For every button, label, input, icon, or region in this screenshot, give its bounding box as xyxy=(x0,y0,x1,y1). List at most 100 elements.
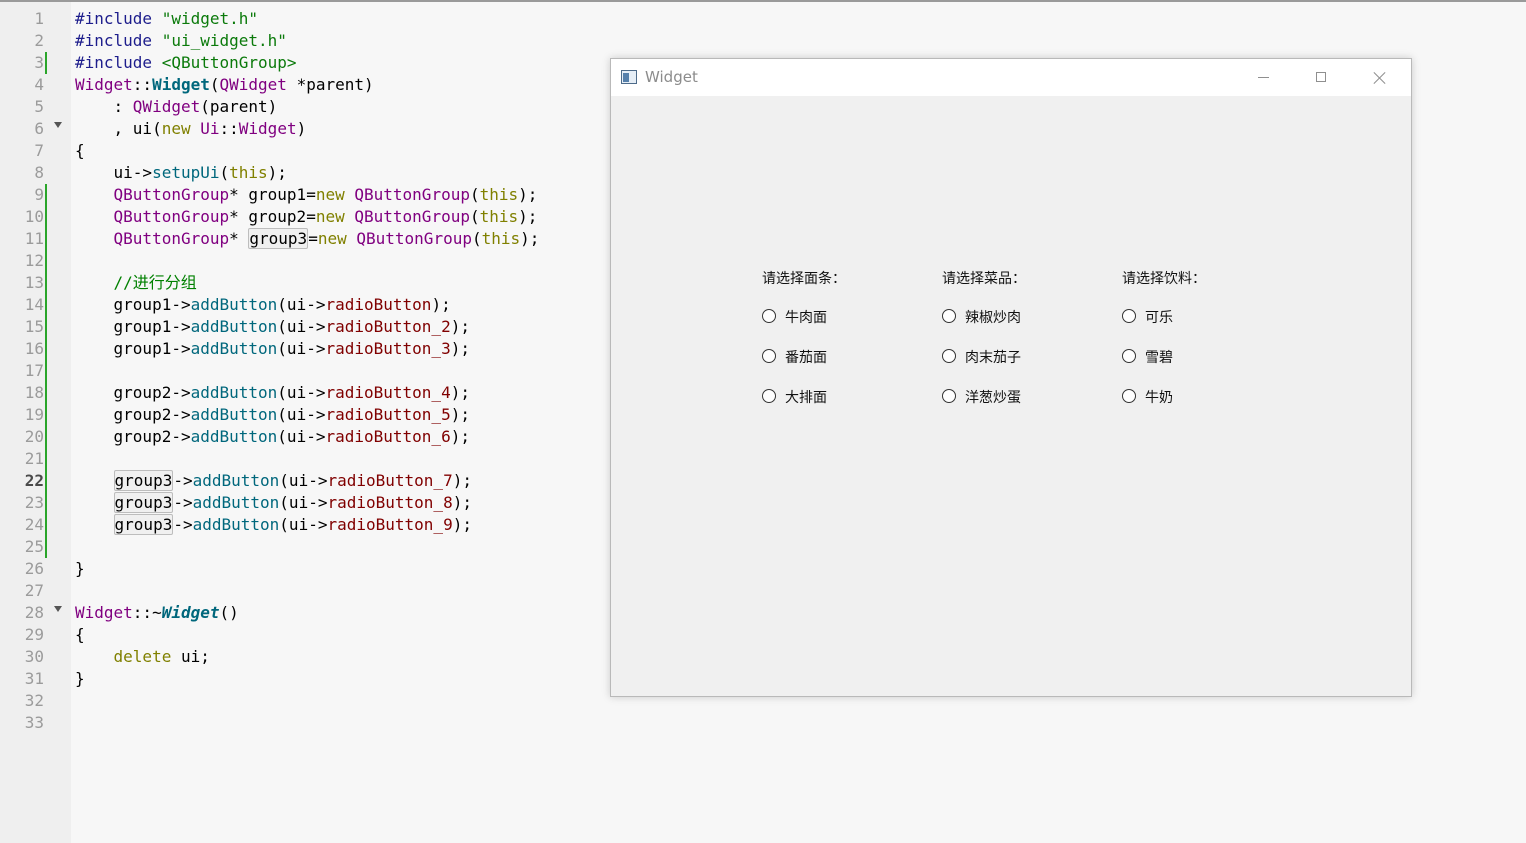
change-marker xyxy=(45,250,47,272)
code-line[interactable]: 24 group3->addButton(ui->radioButton_9); xyxy=(0,514,600,536)
fold-arrow-icon[interactable] xyxy=(54,122,62,128)
code-line[interactable]: 14 group1->addButton(ui->radioButton); xyxy=(0,294,600,316)
code-token: group2-> xyxy=(75,405,191,424)
radio-circle[interactable] xyxy=(942,349,956,363)
code-token: QButtonGroup xyxy=(113,207,230,226)
code-token: ); xyxy=(518,185,538,204)
code-line[interactable]: 29 { xyxy=(0,624,600,646)
code-line[interactable]: 15 group1->addButton(ui->radioButton_2); xyxy=(0,316,600,338)
radio-circle[interactable] xyxy=(942,309,956,323)
code-line[interactable]: 31} xyxy=(0,668,600,690)
radio-label: 番茄面 xyxy=(785,350,827,366)
code-token: radioButton_7 xyxy=(327,471,453,490)
code-line[interactable]: 6 , ui(new Ui::Widget) xyxy=(0,118,600,140)
dish-group-label: 请选择菜品： xyxy=(942,271,1026,287)
change-marker xyxy=(45,514,47,536)
code-line[interactable]: 26} xyxy=(0,558,600,580)
code-text: group2->addButton(ui->radioButton_6); xyxy=(75,426,470,448)
code-token: <QButtonGroup> xyxy=(161,53,297,72)
code-token: :: xyxy=(132,75,153,94)
code-line[interactable]: 3 #include <QButtonGroup> xyxy=(0,52,600,74)
code-token: radioButton_8 xyxy=(327,493,453,512)
code-line[interactable]: 17 xyxy=(0,360,600,382)
code-line[interactable]: 5 : QWidget(parent) xyxy=(0,96,600,118)
code-token: ); xyxy=(450,427,470,446)
code-token: group1-> xyxy=(75,295,191,314)
change-marker xyxy=(45,294,47,316)
code-line[interactable]: 18 group2->addButton(ui->radioButton_4); xyxy=(0,382,600,404)
line-number: 9 xyxy=(34,185,44,204)
line-number: 16 xyxy=(24,339,44,358)
code-line[interactable]: 21 xyxy=(0,448,600,470)
radio-circle[interactable] xyxy=(1122,349,1136,363)
code-line[interactable]: 20 group2->addButton(ui->radioButton_6); xyxy=(0,426,600,448)
code-line[interactable]: 33 xyxy=(0,712,600,734)
code-token: addButton xyxy=(192,515,280,534)
code-line[interactable]: 27 xyxy=(0,580,600,602)
code-token: ); xyxy=(452,493,472,512)
minimize-button[interactable] xyxy=(1235,59,1293,96)
code-line[interactable]: 7{ xyxy=(0,140,600,162)
code-token: setupUi xyxy=(152,163,220,182)
close-button[interactable] xyxy=(1351,59,1409,96)
line-number: 5 xyxy=(34,97,44,116)
code-line[interactable]: 11 QButtonGroup* group3=new QButtonGroup… xyxy=(0,228,600,250)
code-line[interactable]: 4 Widget::Widget(QWidget *parent) xyxy=(0,74,600,96)
code-line[interactable]: 9 QButtonGroup* group1=new QButtonGroup(… xyxy=(0,184,600,206)
change-marker xyxy=(45,206,47,228)
code-line[interactable]: 12 xyxy=(0,250,600,272)
code-token: addButton xyxy=(190,427,278,446)
code-line[interactable]: 1 #include "widget.h" xyxy=(0,8,600,30)
radio-circle[interactable] xyxy=(762,309,776,323)
code-line[interactable]: 2 #include "ui_widget.h" xyxy=(0,30,600,52)
code-line[interactable]: 23 group3->addButton(ui->radioButton_8); xyxy=(0,492,600,514)
code-line[interactable]: 10 QButtonGroup* group2=new QButtonGroup… xyxy=(0,206,600,228)
change-marker xyxy=(45,404,47,426)
window-titlebar[interactable]: Widget xyxy=(611,59,1411,96)
radio-circle[interactable] xyxy=(762,389,776,403)
code-line[interactable]: 8 ui->setupUi(this); xyxy=(0,162,600,184)
code-line[interactable]: 28 Widget::~Widget() xyxy=(0,602,600,624)
code-text: group1->addButton(ui->radioButton_2); xyxy=(75,316,470,338)
window-title: Widget xyxy=(645,68,698,86)
change-marker xyxy=(45,272,47,294)
code-token: (ui-> xyxy=(279,471,328,490)
radio-circle[interactable] xyxy=(1122,389,1136,403)
code-token: (ui-> xyxy=(277,317,326,336)
code-token: group2-> xyxy=(75,427,191,446)
change-marker xyxy=(45,536,47,558)
radio-circle[interactable] xyxy=(942,389,956,403)
code-line[interactable]: 13 //进行分组 xyxy=(0,272,600,294)
code-line[interactable]: 30 delete ui; xyxy=(0,646,600,668)
widget-window[interactable]: Widget 请选择面条： 牛肉面 番茄面 大排面 请选择菜品： 辣椒炒肉 肉末… xyxy=(610,58,1412,697)
code-token: QButtonGroup xyxy=(356,229,472,248)
radio-circle[interactable] xyxy=(1122,309,1136,323)
line-number: 32 xyxy=(24,691,44,710)
maximize-button[interactable] xyxy=(1293,59,1351,96)
code-line[interactable]: 32 xyxy=(0,690,600,712)
code-text: Widget::Widget(QWidget *parent) xyxy=(75,74,374,96)
code-text: { xyxy=(75,140,85,162)
line-number: 8 xyxy=(34,163,44,182)
code-token: QButtonGroup xyxy=(354,207,470,226)
code-token: -> xyxy=(173,493,193,512)
code-text: group3->addButton(ui->radioButton_9); xyxy=(75,514,472,536)
code-token: ); xyxy=(452,515,472,534)
drink-group-label: 请选择饮料： xyxy=(1122,271,1206,287)
code-token: radioButton_5 xyxy=(325,405,451,424)
code-line[interactable]: 22 group3->addButton(ui->radioButton_7); xyxy=(0,470,600,492)
radio-circle[interactable] xyxy=(762,349,776,363)
code-line[interactable]: 25 xyxy=(0,536,600,558)
fold-arrow-icon[interactable] xyxy=(54,606,62,612)
code-line[interactable]: 19 group2->addButton(ui->radioButton_5); xyxy=(0,404,600,426)
code-token: radioButton_4 xyxy=(325,383,451,402)
code-token: this xyxy=(481,229,521,248)
code-token: ); xyxy=(450,317,470,336)
code-token: radioButton xyxy=(325,295,432,314)
code-line[interactable]: 16 group1->addButton(ui->radioButton_3); xyxy=(0,338,600,360)
code-token: ( xyxy=(469,185,480,204)
